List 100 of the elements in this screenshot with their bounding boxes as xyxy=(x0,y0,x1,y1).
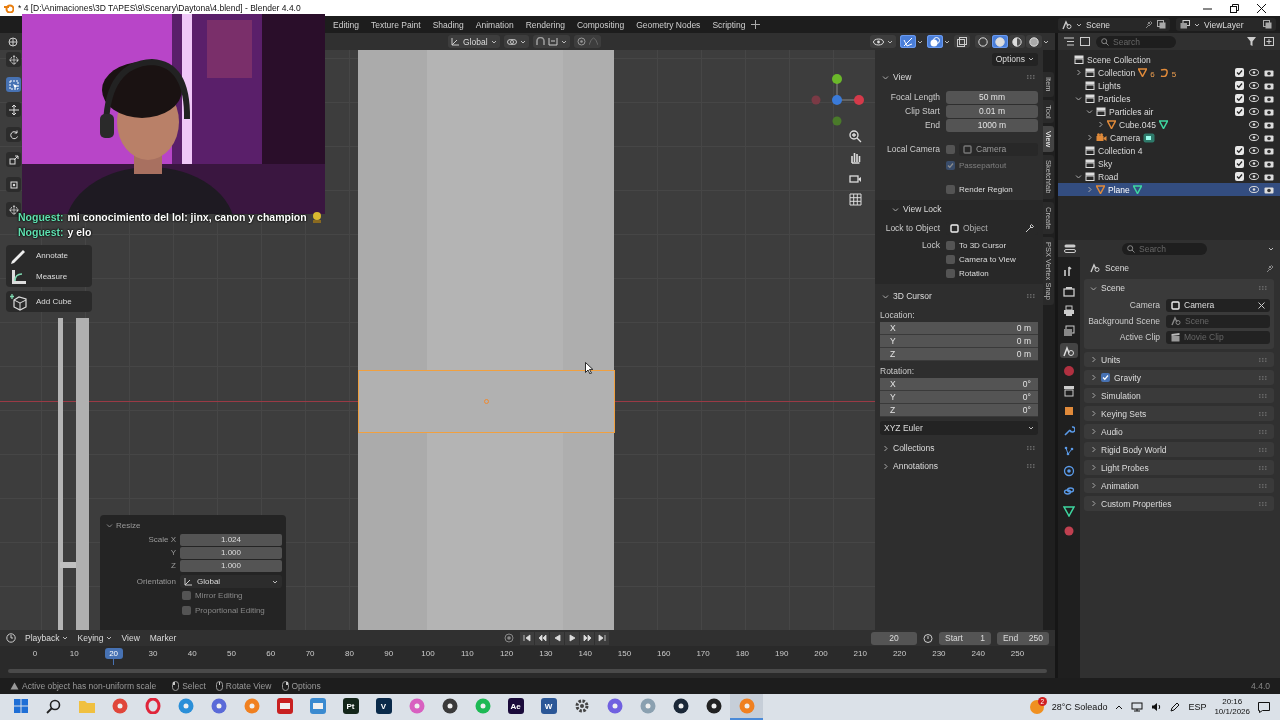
outliner-row[interactable]: Collection 4 xyxy=(1058,144,1280,157)
tool-button[interactable]: Add Cube xyxy=(6,291,92,312)
start-frame-field[interactable]: Start 1 xyxy=(939,631,991,645)
field-label: Active Clip xyxy=(1118,332,1160,342)
workspace-tab[interactable]: Scripting xyxy=(706,17,752,32)
outliner-row[interactable]: Cube.045 xyxy=(1058,118,1280,131)
outliner-row[interactable]: Collection 6 5 xyxy=(1058,66,1280,79)
panel-header[interactable]: View xyxy=(880,68,1038,86)
field-label: Clip Start xyxy=(904,106,940,116)
number-field[interactable]: Z 0° xyxy=(880,404,1038,417)
outliner-row[interactable]: Plane xyxy=(1058,183,1280,196)
panel-header[interactable]: Animation xyxy=(1084,478,1274,493)
workspace-tab[interactable]: Compositing xyxy=(570,17,631,32)
outliner-label: Particles air xyxy=(1109,106,1154,117)
number-field[interactable]: 1.000 xyxy=(180,546,282,559)
checkbox-label: Rotation xyxy=(959,268,989,278)
panel-header[interactable]: View Lock xyxy=(880,200,1038,218)
outliner-label: Collection 4 xyxy=(1098,145,1143,156)
weather-text: 28°C Soleado xyxy=(1051,702,1108,712)
menu-item[interactable]: Marker xyxy=(147,633,179,643)
panel-header[interactable]: Keying Sets xyxy=(1084,406,1274,421)
frame-number: 60 xyxy=(265,649,277,658)
field-label: Lock xyxy=(921,240,940,250)
object-field[interactable]: Camera xyxy=(959,142,1038,156)
panel-header[interactable]: Units xyxy=(1084,352,1274,367)
number-field[interactable]: 0.01 m xyxy=(946,104,1038,118)
rotation-mode-dropdown[interactable]: XYZ Euler xyxy=(880,421,1038,435)
section-label: Rotation: xyxy=(880,365,916,378)
checkbox-label: To 3D Cursor xyxy=(959,240,1007,250)
orientation-dropdown[interactable]: Global xyxy=(448,35,500,48)
chat-message: mi conocimiento del lol: jinx, canon y champion xyxy=(67,211,307,223)
tool-button[interactable]: Measure xyxy=(6,266,92,287)
chat-username: Noguest: xyxy=(18,211,64,223)
language-indicator[interactable]: ESP xyxy=(1188,702,1207,712)
panel-header[interactable]: Light Probes xyxy=(1084,460,1274,475)
field-label: Orientation xyxy=(135,577,176,586)
number-field[interactable]: Z 0 m xyxy=(880,348,1038,361)
frame-number: 70 xyxy=(304,649,316,658)
checkbox-label: Mirror Editing xyxy=(195,591,243,600)
number-field[interactable]: Y 0° xyxy=(880,391,1038,404)
number-field[interactable]: Y 0 m xyxy=(880,335,1038,348)
number-field[interactable]: X 0° xyxy=(880,378,1038,391)
outliner-row[interactable]: Particles xyxy=(1058,92,1280,105)
frame-number: 130 xyxy=(538,649,554,658)
panel-header[interactable]: Resize xyxy=(106,518,280,533)
frame-number: 50 xyxy=(226,649,237,658)
menu-item[interactable]: Playback xyxy=(23,633,70,643)
panel-header[interactable]: Simulation xyxy=(1084,388,1274,403)
outliner-row[interactable]: Road xyxy=(1058,170,1280,183)
panel-header[interactable]: 3D Cursor xyxy=(880,287,1038,305)
status-message: Active object has non-uniform scale xyxy=(22,681,157,691)
orientation-dropdown[interactable]: Global xyxy=(180,575,282,588)
panel-header[interactable]: Custom Properties xyxy=(1084,496,1274,511)
frame-number: 170 xyxy=(695,649,711,658)
workspace-tab[interactable]: Editing xyxy=(327,17,365,32)
panel-header[interactable]: Audio xyxy=(1084,424,1274,439)
workspace-tab[interactable]: Animation xyxy=(469,17,520,32)
workspace-tab[interactable]: Shading xyxy=(426,17,470,32)
clock[interactable]: 20:16 10/1/2026 xyxy=(1214,697,1250,717)
outliner-row[interactable]: Particles air xyxy=(1058,105,1280,118)
number-field[interactable]: 50 mm xyxy=(946,90,1038,104)
number-field[interactable]: 1.024 xyxy=(180,533,282,546)
menu-item[interactable]: Keying xyxy=(75,633,114,643)
outliner-label: Plane xyxy=(1108,184,1130,195)
checkbox-label: Render Region xyxy=(959,184,1013,194)
outliner-row[interactable]: Camera xyxy=(1058,131,1280,144)
outliner-label: Lights xyxy=(1098,80,1121,91)
tool-button[interactable]: Annotate xyxy=(6,245,92,266)
panel-header[interactable]: Collections xyxy=(880,439,1038,457)
taskbar-button[interactable]: V xyxy=(367,694,400,720)
view-layer-selector[interactable]: ViewLayer xyxy=(1176,18,1276,31)
panel-header[interactable]: Gravity xyxy=(1084,370,1274,385)
taskbar-button[interactable]: W xyxy=(532,694,565,720)
field-label: Background Scene xyxy=(1088,316,1160,326)
taskbar-button[interactable]: Ae xyxy=(499,694,532,720)
window-title: * 4 [D:\Animaciones\3D TAPES\9\Scenary\Daytona\4.blend] - Blender 4.4.0 xyxy=(18,3,301,13)
outliner-row[interactable]: Scene Collection xyxy=(1058,53,1280,66)
taskbar-button[interactable]: Pt xyxy=(334,694,367,720)
number-field[interactable]: 1000 m xyxy=(946,118,1038,132)
outliner-row[interactable]: Lights xyxy=(1058,79,1280,92)
number-field[interactable]: 1.000 xyxy=(180,559,282,572)
app-logo: Pt xyxy=(342,698,359,714)
workspace-tab[interactable]: Texture Paint xyxy=(365,17,427,32)
options-button[interactable]: Options xyxy=(991,52,1038,66)
panel-header[interactable]: Rigid Body World xyxy=(1084,442,1274,457)
menu-item[interactable]: View xyxy=(119,633,142,643)
panel-header[interactable]: Annotations xyxy=(880,457,1038,475)
panel-header[interactable]: Scene xyxy=(1088,279,1270,297)
section-label: Location: xyxy=(880,309,916,322)
outliner-row[interactable]: Sky xyxy=(1058,157,1280,170)
number-field[interactable]: X 0 m xyxy=(880,322,1038,335)
workspace-tab[interactable]: Rendering xyxy=(519,17,571,32)
frame-number: 230 xyxy=(931,649,947,658)
current-frame-field[interactable]: 20 xyxy=(871,631,917,645)
end-frame-field[interactable]: End 250 xyxy=(997,631,1049,645)
scene-selector[interactable]: Scene xyxy=(1058,18,1170,31)
frame-number: 180 xyxy=(734,649,751,658)
app-logo: V xyxy=(375,698,392,714)
data-field[interactable]: Camera xyxy=(1166,298,1270,312)
workspace-tab[interactable]: Geometry Nodes xyxy=(630,17,707,32)
